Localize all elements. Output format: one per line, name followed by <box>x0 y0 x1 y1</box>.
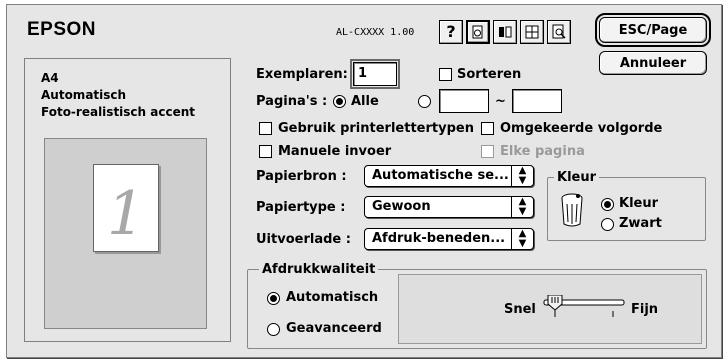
collate-checkbox[interactable] <box>439 68 452 81</box>
layout-icon[interactable] <box>520 20 544 44</box>
slider-fine-label: Fijn <box>631 302 659 317</box>
each-page-label: Elke pagina <box>500 144 585 159</box>
slider-fast-label: Snel <box>504 302 536 317</box>
esc-page-button[interactable]: ESC/Page <box>595 13 711 47</box>
output-tray-label: Uitvoerlade : <box>256 232 351 247</box>
color-radio[interactable] <box>601 198 614 211</box>
quality-auto-radio[interactable] <box>267 292 280 305</box>
popup-arrows-icon: ▲ ▼ <box>511 229 533 249</box>
preview-icon[interactable] <box>547 20 571 44</box>
printer-model: AL-CXXXX 1.00 <box>336 27 415 38</box>
pages-all-radio[interactable] <box>333 95 346 108</box>
help-icon[interactable]: ? <box>439 20 463 44</box>
each-page-checkbox[interactable] <box>481 145 494 158</box>
paper-source-popup[interactable]: Automatische se... ▲ ▼ <box>364 165 534 187</box>
quality-advanced-radio[interactable] <box>267 323 280 336</box>
print-dialog: EPSON AL-CXXXX 1.00 ? ESC/Page Annuleer <box>6 4 722 358</box>
manual-feed-checkbox[interactable] <box>259 145 272 158</box>
summary-panel: A4 Automatisch Foto-realistisch accent 1 <box>24 58 231 342</box>
paper-type-value: Gewoon <box>372 199 431 214</box>
preview-page-number: 1 <box>106 179 146 249</box>
preview-glyph <box>552 24 566 39</box>
epson-logo: EPSON <box>27 19 97 40</box>
copies-label: Exemplaren: <box>256 67 348 82</box>
help-glyph: ? <box>446 22 456 41</box>
collate-label: Sorteren <box>457 67 522 82</box>
pages-label: Pagina's : <box>256 94 328 109</box>
ink-cartridge-icon <box>559 192 585 232</box>
utility-glyph <box>499 26 512 38</box>
page-setup-glyph <box>472 25 483 39</box>
paper-source-value: Automatische se... <box>372 168 509 183</box>
color-group-title: Kleur <box>554 170 600 185</box>
slider-thumb[interactable] <box>547 294 563 311</box>
paper-source-label: Papierbron : <box>256 169 347 184</box>
printer-fonts-checkbox[interactable] <box>259 122 272 135</box>
summary-mode: Automatisch <box>41 88 127 102</box>
pages-all-label: Alle <box>351 94 379 109</box>
pages-range-separator: ~ <box>495 94 506 109</box>
quality-slider-box: Snel Fijn <box>398 274 702 344</box>
output-tray-value: Afdruk-beneden... <box>372 231 506 246</box>
summary-quality: Foto-realistisch accent <box>41 105 196 119</box>
paper-type-popup[interactable]: Gewoon ▲ ▼ <box>364 196 534 218</box>
manual-feed-label: Manuele invoer <box>278 144 392 159</box>
quality-group-title: Afdrukkwaliteit <box>259 262 379 277</box>
quality-slider[interactable] <box>541 294 627 329</box>
quality-advanced-label: Geavanceerd <box>286 321 382 336</box>
pages-to-input[interactable] <box>512 89 562 113</box>
output-tray-popup[interactable]: Afdruk-beneden... ▲ ▼ <box>364 228 534 250</box>
popup-arrows-icon: ▲ ▼ <box>511 197 533 217</box>
paper-type-label: Papiertype : <box>256 200 346 215</box>
summary-paper: A4 <box>41 71 59 85</box>
layout-glyph <box>525 25 539 39</box>
page-setup-icon[interactable] <box>466 20 490 44</box>
utility-icon[interactable] <box>493 20 517 44</box>
color-radio-label: Kleur <box>619 196 659 211</box>
cancel-button[interactable]: Annuleer <box>599 51 707 75</box>
popup-arrows-icon: ▲ ▼ <box>511 166 533 186</box>
quality-auto-label: Automatisch <box>286 290 379 305</box>
black-radio-label: Zwart <box>619 216 662 231</box>
pages-from-input[interactable] <box>439 89 489 113</box>
black-radio[interactable] <box>601 218 614 231</box>
reverse-order-label: Omgekeerde volgorde <box>500 121 663 136</box>
printer-fonts-label: Gebruik printerlettertypen <box>278 121 474 136</box>
copies-input[interactable]: 1 <box>350 59 400 89</box>
reverse-order-checkbox[interactable] <box>481 122 494 135</box>
pages-range-radio[interactable] <box>418 95 431 108</box>
page-preview: 1 <box>44 138 207 329</box>
